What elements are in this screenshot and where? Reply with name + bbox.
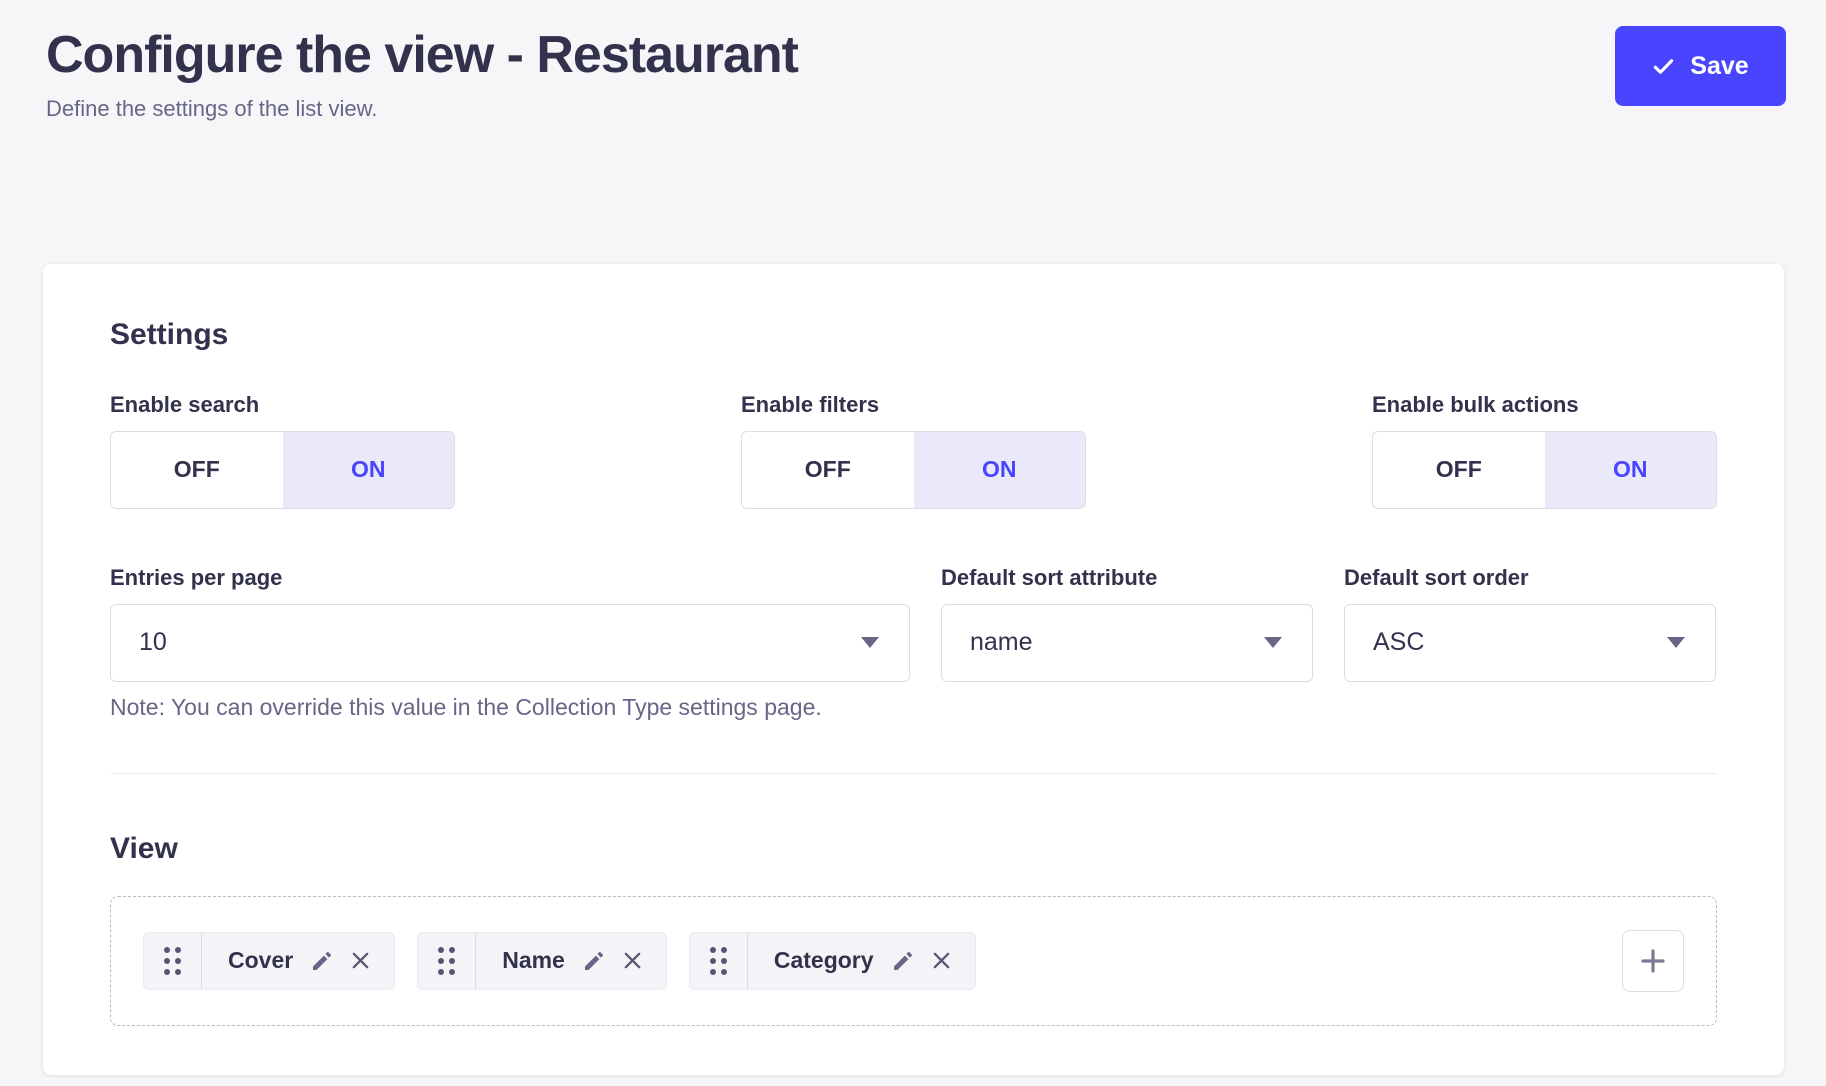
- section-divider: [110, 773, 1717, 774]
- default-sort-attribute-field: Default sort attribute name: [941, 565, 1313, 721]
- field-chip-cover[interactable]: Cover: [143, 932, 395, 990]
- add-field-button[interactable]: [1622, 930, 1684, 992]
- enable-search-toggle: OFF ON: [110, 431, 455, 509]
- enable-filters-toggle: OFF ON: [741, 431, 1086, 509]
- enable-filters-off-option[interactable]: OFF: [742, 432, 914, 508]
- default-sort-attribute-select[interactable]: name: [941, 604, 1313, 682]
- default-sort-order-value: ASC: [1373, 628, 1424, 657]
- edit-field-button[interactable]: [310, 949, 334, 973]
- view-heading: View: [110, 832, 1717, 866]
- enable-bulk-actions-label: Enable bulk actions: [1372, 392, 1717, 418]
- enable-search-label: Enable search: [110, 392, 455, 418]
- settings-heading: Settings: [110, 318, 1717, 352]
- pencil-icon: [891, 949, 915, 973]
- drag-handle-icon[interactable]: [144, 933, 202, 989]
- chevron-down-icon: [1667, 637, 1685, 648]
- toggles-row: Enable search OFF ON Enable filters OFF …: [110, 392, 1717, 509]
- default-sort-order-field: Default sort order ASC: [1344, 565, 1716, 721]
- enable-search-field: Enable search OFF ON: [110, 392, 455, 509]
- default-sort-attribute-value: name: [970, 628, 1033, 657]
- plus-icon: [1638, 946, 1668, 976]
- field-chip-label: Name: [476, 947, 582, 974]
- entries-per-page-note: Note: You can override this value in the…: [110, 694, 910, 721]
- field-chip-label: Cover: [202, 947, 310, 974]
- page-header: Configure the view - Restaurant Define t…: [0, 0, 1826, 122]
- save-button[interactable]: Save: [1615, 26, 1786, 106]
- selects-row: Entries per page 10 Note: You can overri…: [110, 565, 1717, 721]
- close-icon: [621, 949, 644, 972]
- edit-field-button[interactable]: [582, 949, 606, 973]
- default-sort-attribute-label: Default sort attribute: [941, 565, 1313, 591]
- entries-per-page-label: Entries per page: [110, 565, 910, 591]
- page-header-text: Configure the view - Restaurant Define t…: [46, 26, 798, 122]
- enable-filters-on-option[interactable]: ON: [914, 432, 1086, 508]
- close-icon: [349, 949, 372, 972]
- page-title: Configure the view - Restaurant: [46, 26, 798, 86]
- entries-per-page-field: Entries per page 10 Note: You can overri…: [110, 565, 910, 721]
- page-subtitle: Define the settings of the list view.: [46, 96, 798, 122]
- field-chip-label: Category: [748, 947, 891, 974]
- enable-bulk-actions-on-option[interactable]: ON: [1545, 432, 1717, 508]
- enable-bulk-actions-off-option[interactable]: OFF: [1373, 432, 1545, 508]
- chevron-down-icon: [1264, 637, 1282, 648]
- enable-search-off-option[interactable]: OFF: [111, 432, 283, 508]
- field-chip-category[interactable]: Category: [689, 932, 976, 990]
- field-chip-name[interactable]: Name: [417, 932, 667, 990]
- save-button-label: Save: [1690, 52, 1748, 81]
- default-sort-order-select[interactable]: ASC: [1344, 604, 1716, 682]
- pencil-icon: [310, 949, 334, 973]
- pencil-icon: [582, 949, 606, 973]
- remove-field-button[interactable]: [930, 949, 953, 972]
- settings-card: Settings Enable search OFF ON Enable fil…: [43, 264, 1784, 1075]
- enable-search-on-option[interactable]: ON: [283, 432, 455, 508]
- check-icon: [1652, 55, 1675, 78]
- close-icon: [930, 949, 953, 972]
- default-sort-order-label: Default sort order: [1344, 565, 1716, 591]
- remove-field-button[interactable]: [621, 949, 644, 972]
- drag-handle-icon[interactable]: [418, 933, 476, 989]
- enable-filters-field: Enable filters OFF ON: [741, 392, 1086, 509]
- entries-per-page-value: 10: [139, 628, 167, 657]
- enable-bulk-actions-field: Enable bulk actions OFF ON: [1372, 392, 1717, 509]
- edit-field-button[interactable]: [891, 949, 915, 973]
- enable-filters-label: Enable filters: [741, 392, 1086, 418]
- chevron-down-icon: [861, 637, 879, 648]
- view-fields-dropzone: Cover Name: [110, 896, 1717, 1026]
- enable-bulk-actions-toggle: OFF ON: [1372, 431, 1717, 509]
- entries-per-page-select[interactable]: 10: [110, 604, 910, 682]
- remove-field-button[interactable]: [349, 949, 372, 972]
- drag-handle-icon[interactable]: [690, 933, 748, 989]
